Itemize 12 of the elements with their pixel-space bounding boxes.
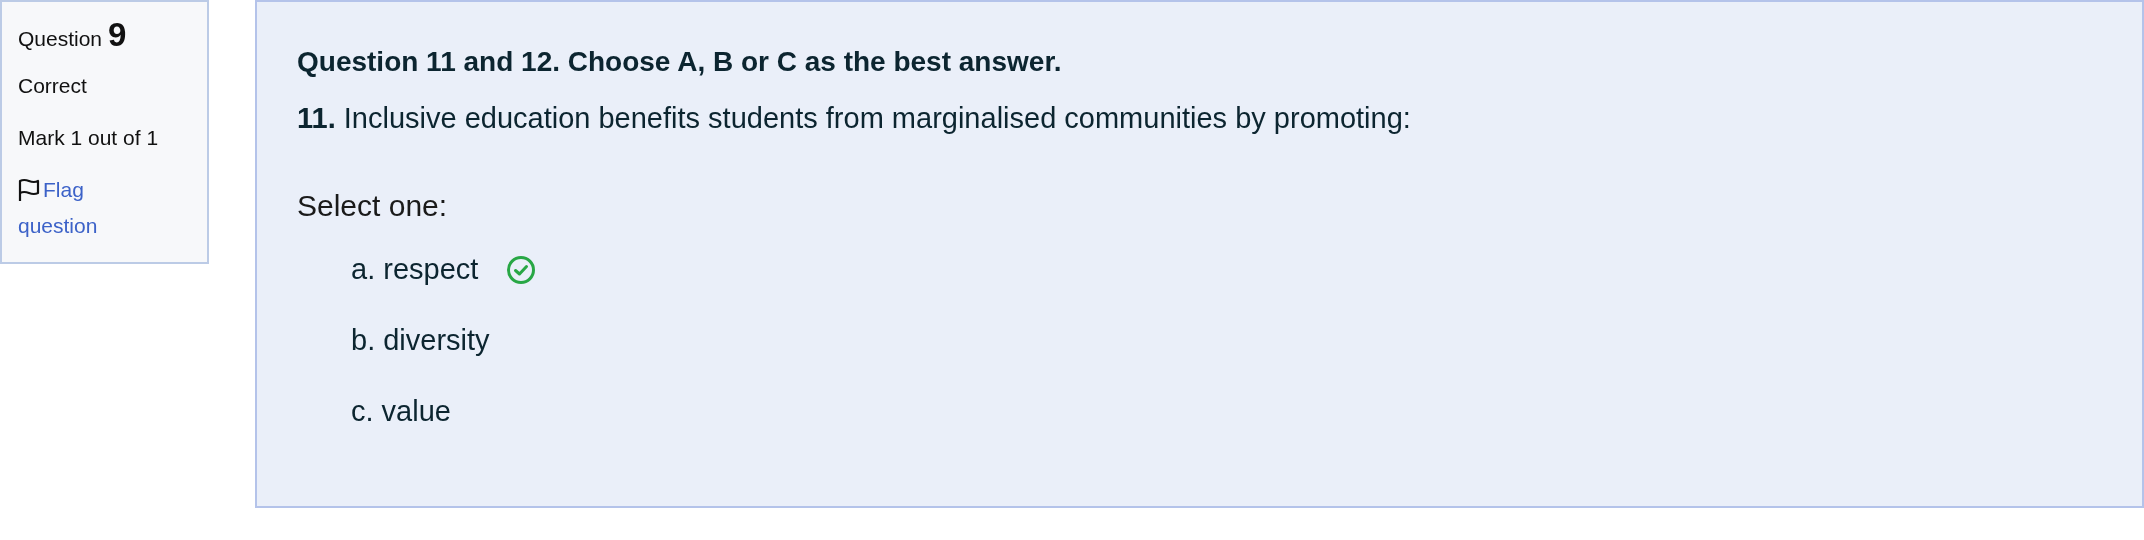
answer-option[interactable]: a. respect bbox=[351, 253, 479, 286]
question-state: Correct bbox=[18, 74, 88, 98]
question-label: Question bbox=[18, 27, 103, 51]
flag-question-link[interactable]: Flag question bbox=[18, 172, 128, 244]
flag-icon[interactable] bbox=[18, 178, 40, 202]
question-heading: Question 11 and 12. Choose A, B or C as the best answer. bbox=[297, 46, 1063, 78]
answer-option[interactable]: b. diversity bbox=[351, 324, 490, 357]
answer-option[interactable]: c. value bbox=[351, 395, 451, 428]
question-mark: Mark 1 out of 1 bbox=[18, 126, 160, 150]
question-number: 9 bbox=[108, 16, 127, 54]
select-prompt: Select one: bbox=[297, 189, 449, 223]
question-text: 11. Inclusive education benefits students from marginalised communities by promoting: bbox=[297, 102, 1412, 135]
